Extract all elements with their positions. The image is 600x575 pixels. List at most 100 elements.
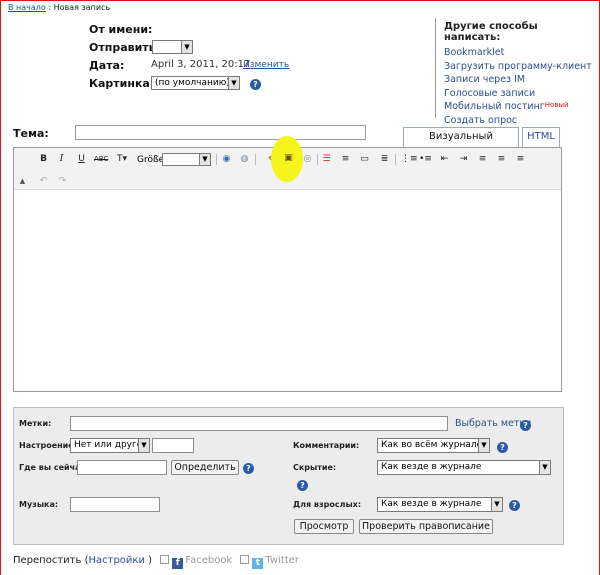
adult-select-value: Как везде в журнале xyxy=(381,499,482,509)
adult-select[interactable]: Как везде в журнале ▼ xyxy=(377,497,503,512)
other-ways-title: Другие способы написать: xyxy=(444,21,538,43)
music-label: Музыка: xyxy=(19,500,59,509)
privacy-label: Скрытие: xyxy=(293,463,337,472)
mood-select[interactable]: Нет или друго ▼ xyxy=(70,438,150,453)
mobile-posting-link[interactable]: Мобильный постинг xyxy=(444,101,545,112)
toolbar-separator xyxy=(395,154,396,165)
new-badge: Новый xyxy=(544,101,569,109)
align-right-icon[interactable]: ≡ xyxy=(514,153,527,166)
adult-label: Для взрослых: xyxy=(293,500,362,509)
mood-label: Настроение: xyxy=(19,441,77,450)
twitter-label: Twitter xyxy=(265,555,299,566)
repost-label: Перепостить xyxy=(13,555,82,566)
mood-select-value: Нет или друго xyxy=(74,440,143,450)
tab-html[interactable]: HTML xyxy=(522,127,560,147)
privacy-select-value: Как везде в журнале xyxy=(381,462,482,472)
chevron-down-icon: ▼ xyxy=(138,439,149,452)
horizontal-rule-icon[interactable]: ≣ xyxy=(378,153,391,166)
comments-select[interactable]: Как во всём журнале ▼ xyxy=(377,438,490,453)
text-color-icon[interactable]: T▾ xyxy=(114,153,130,166)
underline-icon[interactable]: U xyxy=(75,153,88,166)
embed-icon[interactable]: ≡ xyxy=(339,153,352,166)
tags-input[interactable] xyxy=(70,416,448,431)
voice-posts-link[interactable]: Голосовые записи xyxy=(444,88,565,102)
facebook-label: Facebook xyxy=(185,555,233,566)
tags-label: Метки: xyxy=(19,419,52,428)
strikethrough-icon[interactable]: ABC xyxy=(94,153,108,166)
post-editor[interactable]: B I U ABC T▾ Größe ▼ ◉ ◍ ⌖ ▣ ◎ ☰ ≡ ▭ ≣ ⋮… xyxy=(13,147,562,392)
picture-select[interactable]: (по умолчанию) ▼ xyxy=(151,76,240,90)
breadcrumb-home-link[interactable]: В начало xyxy=(8,3,46,12)
other-ways-box: Другие способы написать: Bookmarklet Заг… xyxy=(435,18,592,126)
twitter-checkbox[interactable] xyxy=(240,555,250,564)
picture-label: Картинка: xyxy=(89,77,155,90)
help-icon[interactable]: ? xyxy=(520,420,531,431)
privacy-select[interactable]: Как везде в журнале ▼ xyxy=(377,460,551,475)
toolbar-separator xyxy=(255,154,256,165)
toolbar-separator xyxy=(317,154,318,165)
undo-icon[interactable]: ↶ xyxy=(37,175,50,188)
facebook-icon: f xyxy=(172,558,184,569)
chevron-down-icon: ▼ xyxy=(491,498,502,511)
help-icon[interactable]: ? xyxy=(250,79,261,90)
from-label: От имени: xyxy=(89,23,153,36)
create-poll-link[interactable]: Создать опрос xyxy=(444,115,565,129)
user-icon[interactable]: ◍ xyxy=(238,153,251,166)
collapse-toolbar-icon[interactable]: ▲ xyxy=(16,175,29,188)
help-icon[interactable]: ? xyxy=(243,463,254,474)
help-icon[interactable]: ? xyxy=(297,480,308,491)
breadcrumb-current: Новая запись xyxy=(53,3,111,12)
location-input[interactable] xyxy=(77,460,167,475)
indent-icon[interactable]: ⇥ xyxy=(457,153,470,166)
help-icon[interactable]: ? xyxy=(509,500,520,511)
chevron-down-icon: ▼ xyxy=(478,439,489,452)
repost-settings-link[interactable]: Настройки xyxy=(88,555,144,566)
facebook-checkbox[interactable] xyxy=(160,555,170,564)
repost-close-paren: ) xyxy=(148,555,153,566)
music-input[interactable] xyxy=(70,497,160,512)
poll-icon[interactable]: ☰ xyxy=(320,153,333,166)
subject-input[interactable] xyxy=(75,125,366,140)
detect-location-button[interactable]: Определить xyxy=(171,460,239,475)
post-options-panel: Метки: Выбрать метки ? Настроение: Нет и… xyxy=(13,407,564,545)
mood-custom-input[interactable] xyxy=(152,438,194,453)
align-left-icon[interactable]: ≡ xyxy=(476,153,489,166)
twitter-icon: t xyxy=(252,558,264,569)
bookmarklet-link[interactable]: Bookmarklet xyxy=(444,47,565,61)
comments-select-value: Как во всём журнале xyxy=(381,440,483,450)
redo-icon[interactable]: ↷ xyxy=(56,175,69,188)
chevron-down-icon: ▼ xyxy=(228,77,239,89)
breadcrumb-separator: : xyxy=(48,3,52,12)
date-value: April 3, 2011, 20:17 xyxy=(151,59,251,70)
numbered-list-icon[interactable]: ⋮≡ xyxy=(401,153,418,166)
tab-visual-editor[interactable]: Визуальный редактор xyxy=(403,127,519,160)
chevron-down-icon: ▼ xyxy=(181,41,192,53)
im-posts-link[interactable]: Записи через IM xyxy=(444,74,565,88)
mobile-posting-item: Мобильный постингНовый xyxy=(444,101,569,115)
chevron-down-icon: ▼ xyxy=(199,154,210,165)
date-label: Дата: xyxy=(89,59,125,72)
preview-button[interactable]: Просмотр xyxy=(294,519,354,534)
subject-label: Тема: xyxy=(13,127,49,140)
bold-icon[interactable]: B xyxy=(37,153,50,166)
chevron-down-icon: ▼ xyxy=(539,461,550,474)
send-to-select[interactable]: ▼ xyxy=(152,40,193,54)
help-icon[interactable]: ? xyxy=(497,442,508,453)
repost-row: Перепостить (Настройки ) f Facebook t Twit… xyxy=(13,555,299,569)
font-size-select[interactable]: ▼ xyxy=(162,153,211,166)
download-client-link[interactable]: Загрузить программу-клиент xyxy=(444,61,592,75)
picture-select-value: (по умолчанию) xyxy=(155,78,230,88)
spellcheck-button[interactable]: Проверить правописание xyxy=(359,519,493,534)
comments-label: Комментарии: xyxy=(293,441,360,450)
breadcrumb: В начало : Новая запись xyxy=(8,3,110,12)
toolbar-separator xyxy=(216,154,217,165)
font-size-label: Größe xyxy=(137,155,165,165)
outdent-icon[interactable]: ⇤ xyxy=(438,153,451,166)
insert-image-icon-highlighted[interactable]: ▣ xyxy=(282,152,295,165)
change-date-link[interactable]: Изменить xyxy=(243,60,289,70)
align-center-icon[interactable]: ≡ xyxy=(495,153,508,166)
italic-icon[interactable]: I xyxy=(55,153,68,166)
table-icon[interactable]: ▭ xyxy=(358,153,371,166)
link-globe-icon[interactable]: ◉ xyxy=(220,153,233,166)
bullet-list-icon[interactable]: •≡ xyxy=(419,153,432,166)
